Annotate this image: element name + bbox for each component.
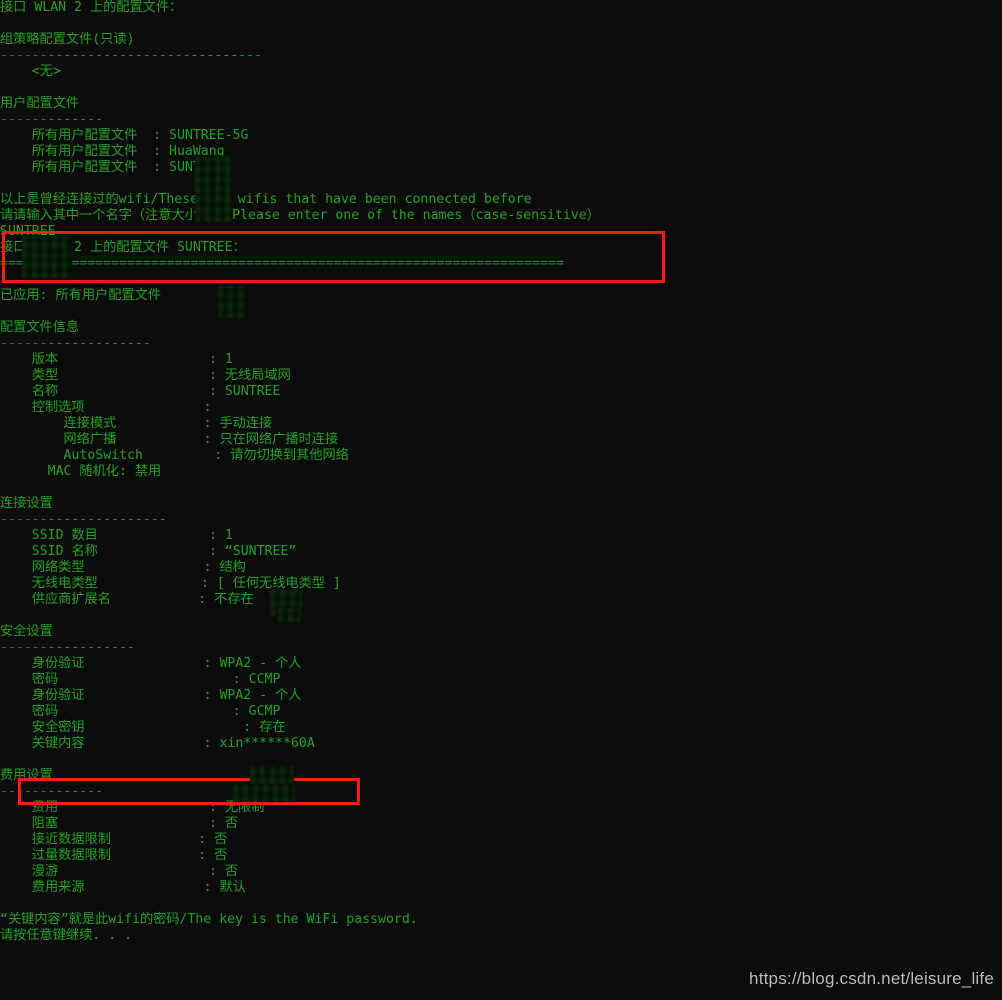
console-output[interactable]: 接口 WLAN 2 上的配置文件： 组策略配置文件(只读) ------------… [0,0,1002,1000]
console-line: SUNTREE [0,224,56,239]
console-line: 已应用: 所有用户配置文件 [0,288,161,303]
console-line: 费用来源 : 默认 [0,880,246,895]
console-line: 连接模式 : 手动连接 [0,416,273,431]
console-line: 所有用户配置文件 : SUNTREE-5G [0,128,249,143]
console-line: --------------------------------- [0,48,263,63]
console-line: 关键内容 : xin******60A [0,736,315,751]
console-line: 身份验证 : WPA2 - 个人 [0,688,302,703]
console-line: 配置文件信息 [0,320,80,335]
console-line: 安全密钥 : 存在 [0,720,286,735]
console-line: 安全设置 [0,624,53,639]
console-line: ------------------- [0,336,151,351]
console-line: SSID 名称 : “SUNTREE” [0,544,297,559]
console-line: 请按任意键继续. . . [0,928,133,943]
console-line: 漫游 : 否 [0,864,239,879]
csdn-blog-watermark: https://blog.csdn.net/leisure_life [749,969,994,988]
console-line: 过量数据限制 : 否 [0,848,228,863]
console-line: ------------- [0,784,104,799]
console-line: 无线电类型 : [ 任何无线电类型 ] [0,576,341,591]
console-line: 接口 WLAN 2 上的配置文件： [0,0,183,15]
console-line: 用户配置文件 [0,96,80,111]
console-line: 网络类型 : 结构 [0,560,246,575]
console-line: 组策略配置文件(只读) [0,32,135,47]
console-line: AutoSwitch : 请勿切换到其他网络 [0,448,349,463]
console-line: 供应商扩展名 : 不存在 [0,592,254,607]
console-line: ========================================… [0,256,564,271]
console-line: SSID 数目 : 1 [0,528,233,543]
console-line: 阻塞 : 否 [0,816,239,831]
console-line: ------------- [0,112,104,127]
console-line: 名称 : SUNTREE [0,384,281,399]
console-line: ----------------- [0,640,135,655]
console-line: 费用 : 无限制 [0,800,265,815]
console-line: 请请输入其中一个名字（注意大小写）/Please enter one of th… [0,208,600,223]
console-line: 控制选项 : [0,400,212,415]
console-line: 所有用户配置文件 : SUNTREE [0,160,225,175]
console-line: 接口 WLAN 2 上的配置文件 SUNTREE： [0,240,246,255]
console-line: 连接设置 [0,496,53,511]
console-line: 密码 : GCMP [0,704,281,719]
console-line: 类型 : 无线局域网 [0,368,291,383]
console-line: “关键内容”就是此wifi的密码/The key is the WiFi pas… [0,912,418,927]
console-line: 以上是曾经连接过的wifi/These are wifis that have … [0,192,532,207]
console-line: MAC 随机化: 禁用 [0,464,162,479]
console-line: <无> [0,64,61,79]
console-line: 网络广播 : 只在网络广播时连接 [0,432,339,447]
console-line: 接近数据限制 : 否 [0,832,228,847]
console-line: 身份验证 : WPA2 - 个人 [0,656,302,671]
console-line: 所有用户配置文件 : HuaWang [0,144,225,159]
console-line: 密码 : CCMP [0,672,281,687]
console-line: --------------------- [0,512,167,527]
console-line: 费用设置 [0,768,53,783]
console-line: 版本 : 1 [0,352,233,367]
